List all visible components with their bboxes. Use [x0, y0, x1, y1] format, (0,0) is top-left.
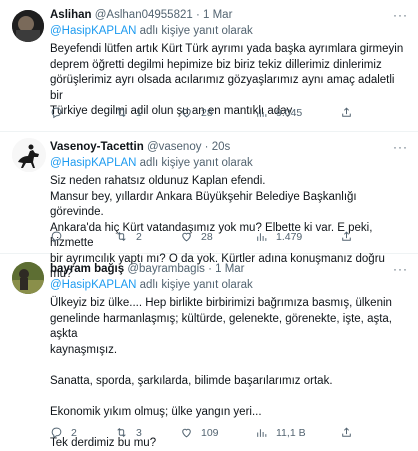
- mention-link[interactable]: @HasipKAPLAN: [50, 25, 136, 37]
- reply-button[interactable]: [50, 106, 71, 119]
- reply-context: @HasipKAPLAN adlı kişiye yanıt olarak: [50, 156, 410, 171]
- tweet-bayram[interactable]: ··· bayram bağış @bayrambagis · 1 Mar @H…: [0, 254, 418, 450]
- views-icon: [257, 109, 267, 117]
- avatar[interactable]: [12, 138, 46, 172]
- retweet-count: 2: [136, 230, 142, 243]
- share-icon: [342, 427, 351, 437]
- reply-context: @HasipKAPLAN adlı kişiye yanıt olarak: [50, 24, 410, 39]
- reply-suffix: adlı kişiye yanıt olarak: [136, 279, 253, 291]
- mention-link[interactable]: @HasipKAPLAN: [50, 279, 136, 291]
- avatar[interactable]: [12, 262, 44, 294]
- tweet-vasenoy[interactable]: ··· Vasenoy-Tacettin @vasenoy · 20s @Has…: [0, 132, 418, 280]
- reply-button[interactable]: [50, 230, 71, 243]
- retweet-count: 1: [136, 106, 142, 119]
- share-button[interactable]: [340, 230, 353, 243]
- like-count: 109: [201, 426, 219, 439]
- retweet-button[interactable]: 3: [115, 426, 142, 439]
- reply-suffix: adlı kişiye yanıt olarak: [136, 157, 253, 169]
- views-button[interactable]: 1.479: [255, 230, 302, 243]
- display-name[interactable]: Aslihan: [50, 9, 92, 21]
- share-icon: [342, 107, 351, 117]
- reply-icon: [51, 231, 62, 243]
- views-icon: [257, 233, 267, 241]
- share-icon: [342, 231, 351, 241]
- handle[interactable]: @bayrambagis: [127, 263, 205, 275]
- avatar-photo-icon: [12, 10, 44, 42]
- avatar[interactable]: [12, 10, 44, 42]
- tweet-content: bayram bağış @bayrambagis · 1 Mar @Hasip…: [50, 262, 410, 451]
- tweet-actions: 1 28 9.045: [50, 106, 410, 122]
- views-button[interactable]: 9.045: [255, 106, 302, 119]
- views-button[interactable]: 11,1 B: [255, 426, 306, 439]
- avatar-photo-icon: [12, 262, 44, 294]
- display-name[interactable]: Vasenoy-Tacettin: [50, 141, 144, 153]
- reply-icon: [51, 107, 62, 119]
- tweet-content: Aslihan @Aslhan04955821 · 1 Mar @HasipKA…: [50, 8, 410, 120]
- mention-link[interactable]: @HasipKAPLAN: [50, 157, 136, 169]
- tweet-header: Aslihan @Aslhan04955821 · 1 Mar: [50, 9, 233, 21]
- share-button[interactable]: [340, 426, 353, 439]
- tweet-actions: 2 28 1.479: [50, 230, 410, 246]
- like-count: 28: [201, 230, 213, 243]
- reply-count: 2: [71, 426, 77, 439]
- view-count: 11,1 B: [276, 426, 306, 439]
- view-count: 1.479: [276, 230, 303, 243]
- handle[interactable]: @Aslhan04955821: [95, 9, 193, 21]
- share-button[interactable]: [340, 106, 353, 119]
- retweet-icon: [117, 232, 126, 241]
- tweet-header: bayram bağış @bayrambagis · 1 Mar: [50, 263, 245, 275]
- reply-suffix: adlı kişiye yanıt olarak: [136, 25, 253, 37]
- display-name[interactable]: bayram bağış: [50, 263, 124, 275]
- tweet-aslihan[interactable]: ··· Aslihan @Aslhan04955821 · 1 Mar @Has…: [0, 0, 418, 132]
- like-count: 28: [201, 106, 213, 119]
- tweet-header: Vasenoy-Tacettin @vasenoy · 20s: [50, 141, 231, 153]
- retweet-button[interactable]: 1: [115, 106, 142, 119]
- timestamp[interactable]: 1 Mar: [203, 9, 232, 21]
- retweet-icon: [117, 108, 126, 117]
- handle[interactable]: @vasenoy: [147, 141, 202, 153]
- tweet-actions: 2 3 109 11,1 B: [50, 426, 410, 442]
- views-icon: [257, 429, 267, 437]
- avatar-horse-rider-icon: [12, 138, 46, 172]
- retweet-button[interactable]: 2: [115, 230, 142, 243]
- retweet-count: 3: [136, 426, 142, 439]
- reply-button[interactable]: 2: [50, 426, 77, 439]
- like-icon: [182, 108, 191, 118]
- timestamp[interactable]: 1 Mar: [215, 263, 244, 275]
- like-button[interactable]: 109: [180, 426, 219, 439]
- timestamp[interactable]: 20s: [212, 141, 231, 153]
- retweet-icon: [117, 428, 126, 437]
- like-button[interactable]: 28: [180, 230, 213, 243]
- reply-icon: [51, 427, 62, 439]
- view-count: 9.045: [276, 106, 303, 119]
- reply-context: @HasipKAPLAN adlı kişiye yanıt olarak: [50, 278, 410, 293]
- like-button[interactable]: 28: [180, 106, 213, 119]
- like-icon: [182, 428, 191, 438]
- like-icon: [182, 232, 191, 242]
